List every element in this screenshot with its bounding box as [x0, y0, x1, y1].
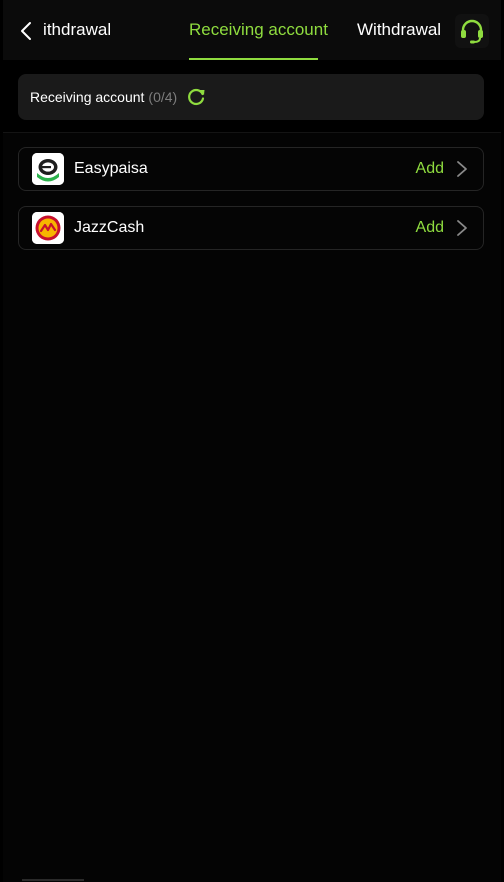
- headset-icon: [461, 19, 483, 44]
- chevron-right-icon: [457, 220, 467, 236]
- account-count: (0/4): [148, 89, 178, 105]
- account-row-jazzcash[interactable]: JazzCash Add: [18, 206, 484, 250]
- jazzcash-logo-icon: [32, 212, 64, 244]
- add-button-label[interactable]: Add: [416, 148, 444, 190]
- customer-support-button[interactable]: [455, 14, 489, 48]
- tab-fast-withdrawal[interactable]: Fast withdrawal: [43, 0, 111, 60]
- receiving-account-summary: Receiving account (0/4): [18, 74, 484, 120]
- tab-bar: Fast withdrawal Receiving account Withdr…: [43, 0, 443, 60]
- account-name: Easypaisa: [74, 160, 148, 177]
- active-tab-indicator: [189, 58, 318, 60]
- app-screen: Fast withdrawal Receiving account Withdr…: [0, 0, 504, 882]
- top-nav: Fast withdrawal Receiving account Withdr…: [3, 0, 501, 60]
- chevron-left-icon: [21, 22, 31, 40]
- account-list: Easypaisa Add JazzCash Add: [3, 132, 501, 882]
- tab-receiving-account[interactable]: Receiving account: [189, 0, 328, 60]
- easypaisa-logo-icon: [32, 153, 64, 185]
- summary-label: Receiving account: [30, 89, 145, 105]
- back-button[interactable]: [13, 18, 39, 44]
- refresh-icon[interactable]: [185, 86, 207, 108]
- account-name: JazzCash: [74, 219, 145, 236]
- tab-withdrawal-history[interactable]: Withdrawal history: [357, 0, 443, 60]
- chevron-right-icon: [457, 161, 467, 177]
- account-row-easypaisa[interactable]: Easypaisa Add: [18, 147, 484, 191]
- add-button-label[interactable]: Add: [416, 207, 444, 249]
